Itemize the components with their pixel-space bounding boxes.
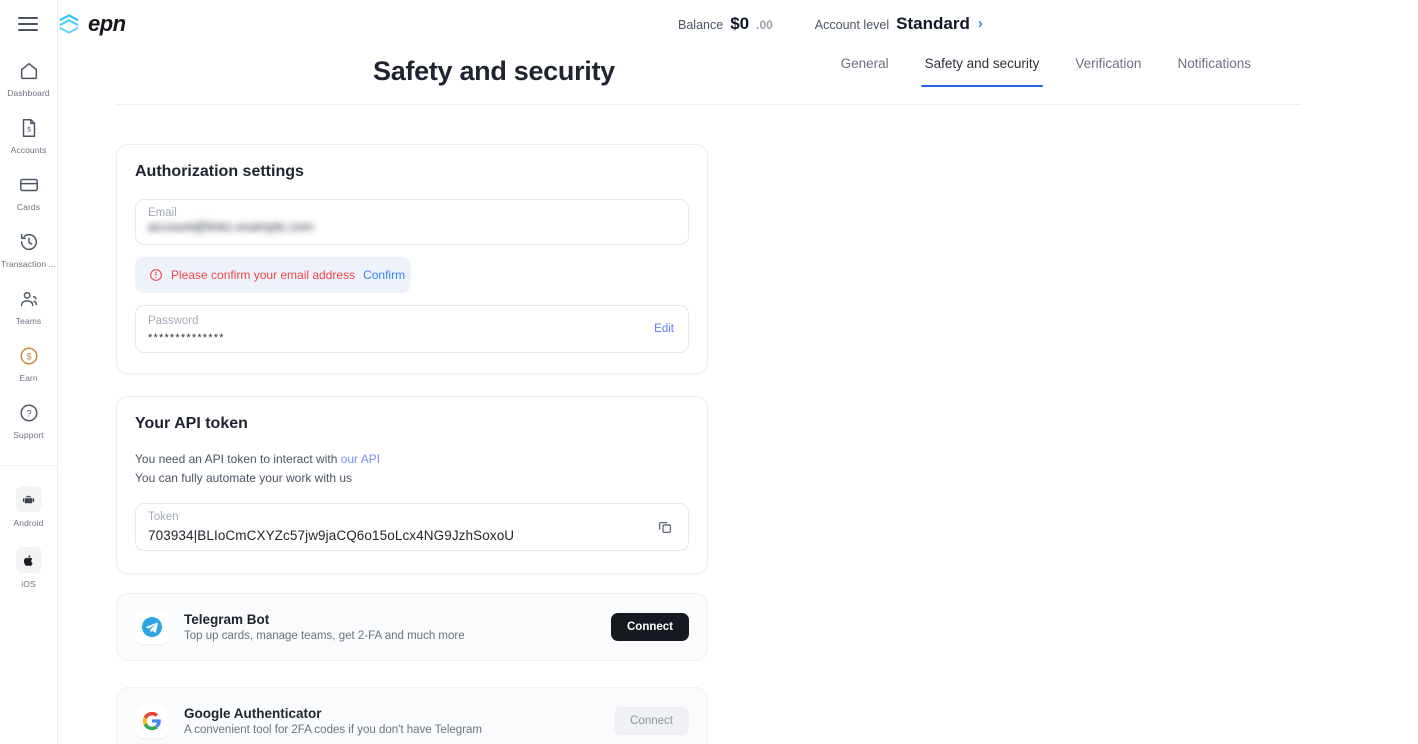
history-clock-icon	[18, 231, 40, 253]
sidebar-item-android[interactable]: Android	[0, 478, 58, 534]
alert-circle-icon	[149, 268, 163, 282]
api-token-description-line2: You can fully automate your work with us	[135, 471, 353, 485]
credit-card-icon	[18, 174, 40, 196]
header-divider	[116, 104, 1301, 105]
authorization-settings-card: Authorization settings Email account@lin…	[116, 144, 708, 374]
sidebar-item-label: Dashboard	[7, 88, 50, 98]
epn-mark-icon	[59, 14, 79, 34]
question-circle-icon: ?	[18, 402, 40, 424]
api-token-description-line1: You need an API token to interact with o…	[135, 451, 689, 468]
integration-title: Google Authenticator	[184, 706, 322, 721]
sidebar-item-label: iOS	[21, 579, 36, 589]
top-bar-right: Balance $0 .00 Account level Standard ›	[678, 0, 983, 48]
integration-texts: Telegram Bot Top up cards, manage teams,…	[184, 612, 611, 642]
sidebar-item-accounts[interactable]: $ Accounts	[0, 109, 58, 161]
account-level-widget[interactable]: Account level Standard ›	[815, 14, 983, 34]
tab-notifications[interactable]: Notifications	[1173, 56, 1255, 87]
edit-password-link[interactable]: Edit	[654, 323, 674, 335]
api-token-description-prefix: You need an API token to interact with	[135, 452, 341, 466]
account-level-value: Standard	[896, 14, 970, 33]
sidebar-item-label: Support	[13, 430, 44, 440]
svg-text:$: $	[26, 352, 31, 362]
integration-texts: Google Authenticator A convenient tool f…	[184, 706, 614, 736]
integration-subtitle: Top up cards, manage teams, get 2-FA and…	[184, 630, 465, 642]
confirm-email-link[interactable]: Confirm	[363, 268, 405, 282]
sidebar-item-label: Earn	[19, 373, 38, 383]
our-api-link[interactable]: our API	[341, 452, 380, 466]
integration-row-google-authenticator: Google Authenticator A convenient tool f…	[116, 687, 708, 744]
password-field-value: **************	[148, 331, 225, 344]
sidebar-divider	[0, 465, 58, 466]
main-area: Safety and security General Safety and s…	[58, 0, 1418, 744]
email-confirm-alert-text: Please confirm your email address	[171, 268, 356, 282]
api-token-value: 703934|BLIoCmCXYZc57jw9jaCQ6o15oLcx4NG9J…	[148, 527, 515, 543]
settings-tabs: General Safety and security Verification…	[837, 56, 1255, 87]
balance-widget: Balance $0 .00	[678, 14, 773, 34]
sidebar: Dashboard $ Accounts Cards Transaction .…	[0, 0, 58, 744]
tab-general[interactable]: General	[837, 56, 893, 87]
sidebar-item-dashboard[interactable]: Dashboard	[0, 52, 58, 104]
sidebar-item-earn[interactable]: $ Earn	[0, 337, 58, 389]
top-bar: epn Balance $0 .00 Account level Standar…	[0, 0, 1418, 48]
hamburger-icon[interactable]	[18, 17, 38, 31]
email-field-value: account@linkz.example.com	[148, 219, 314, 234]
integration-title: Telegram Bot	[184, 612, 270, 627]
sidebar-item-teams[interactable]: Teams	[0, 280, 58, 332]
epn-logo-text: epn	[88, 11, 126, 36]
sidebar-item-transaction-history[interactable]: Transaction ...	[0, 223, 58, 275]
sidebar-item-cards[interactable]: Cards	[0, 166, 58, 218]
sidebar-item-label: Android	[13, 518, 44, 528]
email-confirm-alert: Please confirm your email address Confir…	[135, 257, 411, 293]
copy-icon[interactable]	[654, 516, 676, 538]
authorization-settings-title: Authorization settings	[135, 163, 304, 180]
connect-telegram-button[interactable]: Connect	[611, 613, 689, 641]
balance-amount: $0	[730, 14, 750, 33]
tab-verification[interactable]: Verification	[1071, 56, 1145, 87]
telegram-icon	[135, 610, 169, 644]
sidebar-item-support[interactable]: ? Support	[0, 394, 58, 446]
password-field[interactable]: Password ************** Edit	[135, 305, 689, 353]
sidebar-item-label: Transaction ...	[0, 259, 57, 269]
sidebar-item-ios[interactable]: iOS	[0, 539, 58, 595]
sidebar-item-label: Cards	[16, 202, 41, 212]
apple-icon	[15, 547, 42, 573]
balance-cents: .00	[756, 18, 773, 32]
email-field[interactable]: Email account@linkz.example.com	[135, 199, 689, 245]
android-icon	[15, 486, 42, 512]
api-token-field-label: Token	[148, 510, 179, 523]
svg-text:?: ?	[26, 409, 31, 419]
google-icon	[135, 704, 169, 738]
dollar-circle-icon: $	[18, 345, 40, 367]
users-icon	[18, 288, 40, 310]
account-level-label: Account level	[814, 18, 890, 32]
chevron-right-icon: ›	[977, 15, 983, 32]
integration-row-telegram: Telegram Bot Top up cards, manage teams,…	[116, 593, 708, 661]
document-dollar-icon: $	[18, 117, 40, 139]
page-title: Safety and security	[373, 56, 615, 86]
balance-label: Balance	[678, 18, 724, 32]
integration-subtitle: A convenient tool for 2FA codes if you d…	[184, 724, 482, 736]
tab-safety-and-security[interactable]: Safety and security	[920, 56, 1044, 87]
home-icon	[18, 60, 40, 82]
api-token-card: Your API token You need an API token to …	[116, 396, 708, 574]
epn-logo[interactable]: epn	[56, 11, 126, 37]
app-root: Dashboard $ Accounts Cards Transaction .…	[0, 0, 1418, 744]
api-token-title: Your API token	[135, 415, 248, 432]
sidebar-item-label: Accounts	[10, 145, 47, 155]
sidebar-item-label: Teams	[15, 316, 42, 326]
connect-google-authenticator-button[interactable]: Connect	[614, 707, 689, 735]
api-token-field[interactable]: Token 703934|BLIoCmCXYZc57jw9jaCQ6o15oLc…	[135, 503, 689, 551]
password-field-label: Password	[148, 314, 199, 327]
svg-text:$: $	[27, 127, 31, 134]
